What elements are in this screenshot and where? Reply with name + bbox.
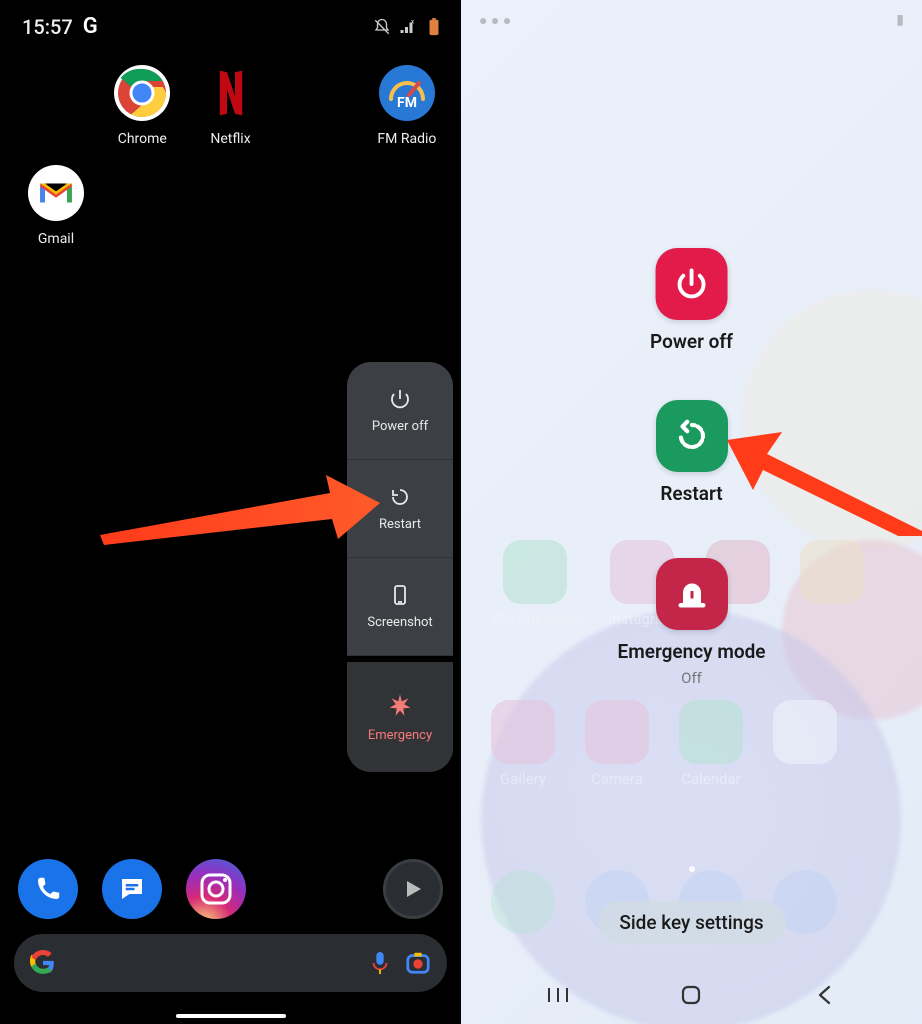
dnd-off-icon <box>373 18 391 36</box>
samsung-power-menu-right: WA Business Instagram Gallery Camera Cal… <box>461 0 922 1024</box>
app-chrome[interactable]: Chrome <box>98 65 186 147</box>
power-icon <box>388 387 412 411</box>
side-key-settings-button[interactable]: Side key settings <box>597 901 785 944</box>
power-off-button[interactable]: Power off <box>650 248 733 353</box>
nav-back[interactable] <box>800 984 850 1010</box>
chrome-icon <box>114 65 170 121</box>
svg-text:FM: FM <box>397 95 417 111</box>
signal-icon: x <box>399 18 417 36</box>
messages-app[interactable] <box>102 859 162 919</box>
emergency-asterisk-icon <box>386 692 414 720</box>
power-label: Restart <box>660 482 722 505</box>
power-label: Restart <box>379 517 421 532</box>
app-label: Chrome <box>118 131 167 147</box>
nav-bar <box>461 984 922 1010</box>
power-icon <box>674 266 710 302</box>
search-bar[interactable] <box>14 934 447 992</box>
nav-home[interactable] <box>666 984 716 1010</box>
page-indicator <box>689 866 695 872</box>
statusbar: 15:57 G x <box>0 0 461 45</box>
emergency-button[interactable]: Emergency <box>347 656 453 772</box>
emergency-icon <box>674 576 710 612</box>
restart-button[interactable]: Restart <box>656 400 728 505</box>
mic-icon[interactable] <box>369 950 391 976</box>
app-netflix[interactable]: Netflix <box>186 65 274 147</box>
app-fmradio[interactable]: FM FM Radio <box>363 65 451 147</box>
nav-indicator[interactable] <box>176 1014 286 1018</box>
google-g-icon: G <box>83 14 98 39</box>
power-label: Screenshot <box>367 615 432 630</box>
power-menu: Power off Restart Screenshot Emergency <box>347 362 453 772</box>
instagram-app[interactable] <box>186 859 246 919</box>
google-icon <box>30 950 56 976</box>
lens-icon[interactable] <box>405 950 431 976</box>
phone-app[interactable] <box>18 859 78 919</box>
emergency-sub: Off <box>681 669 702 687</box>
app-row-1: Chrome Netflix FM <box>0 45 461 147</box>
power-label: Power off <box>650 330 733 353</box>
statusbar-right: ● ● ●▮ <box>461 12 922 29</box>
power-off-button[interactable]: Power off <box>347 362 453 460</box>
app-label: FM Radio <box>377 131 436 147</box>
fmradio-icon: FM <box>379 65 435 121</box>
restart-button[interactable]: Restart <box>347 460 453 558</box>
status-time: 15:57 <box>22 15 73 39</box>
app-label: Gmail <box>38 231 74 247</box>
android-home-left: 15:57 G x <box>0 0 461 1024</box>
gmail-icon <box>37 178 75 208</box>
restart-icon <box>388 485 412 509</box>
app-gmail[interactable]: Gmail <box>6 165 106 247</box>
nav-recents[interactable] <box>533 986 583 1008</box>
power-label: Emergency <box>368 728 432 743</box>
dock <box>0 859 461 919</box>
app-label: Netflix <box>210 131 250 147</box>
annotation-arrow-icon <box>100 475 380 545</box>
phone-icon <box>33 874 63 904</box>
messages-icon <box>117 874 147 904</box>
screenshot-button[interactable]: Screenshot <box>347 558 453 656</box>
netflix-icon <box>215 68 247 118</box>
emergency-mode-button[interactable]: Emergency mode Off <box>618 558 766 687</box>
instagram-icon <box>186 859 246 919</box>
restart-icon <box>673 417 711 455</box>
battery-icon <box>425 18 443 36</box>
svg-text:x: x <box>411 18 414 25</box>
power-label: Emergency mode <box>618 640 766 663</box>
power-label: Power off <box>372 419 428 434</box>
screenshot-icon <box>388 583 412 607</box>
drawer-button[interactable] <box>383 859 443 919</box>
app-row-2: Gmail <box>0 147 461 247</box>
play-icon <box>401 877 425 901</box>
